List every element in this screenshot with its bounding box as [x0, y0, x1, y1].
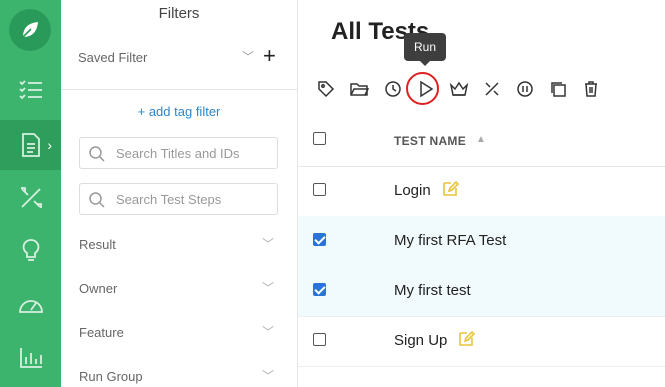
gauge-icon[interactable]: [0, 279, 61, 329]
search-icon: [89, 146, 105, 162]
facet-label: Result: [79, 237, 116, 252]
row-checkbox[interactable]: [313, 233, 326, 246]
tools-icon[interactable]: [0, 173, 61, 223]
row-checkbox[interactable]: [313, 333, 326, 346]
copy-icon[interactable]: [548, 79, 568, 99]
trash-icon[interactable]: [581, 79, 601, 99]
test-name[interactable]: My first test: [394, 282, 471, 299]
add-filter-button[interactable]: +: [263, 45, 276, 67]
test-name[interactable]: My first RFA Test: [394, 232, 506, 249]
run-highlight-ring: [406, 72, 439, 105]
chevron-down-icon: ﹀: [261, 237, 274, 251]
run-tooltip: Run: [404, 33, 446, 66]
filters-title: Filters: [158, 5, 200, 22]
select-all-checkbox[interactable]: [313, 132, 326, 145]
column-header-test-name[interactable]: TEST NAME: [394, 134, 466, 148]
facet-feature[interactable]: Feature ﹀: [79, 325, 278, 340]
folder-icon[interactable]: [349, 79, 369, 99]
divider: [61, 89, 297, 90]
add-tag-filter-link[interactable]: + add tag filter: [61, 104, 297, 119]
chevron-down-icon: ﹀: [261, 281, 274, 295]
search-icon: [89, 192, 105, 208]
test-name[interactable]: Sign Up: [394, 332, 447, 349]
saved-filter-select[interactable]: Saved Filter: [78, 50, 258, 65]
row-checkbox[interactable]: [313, 283, 326, 296]
table-row[interactable]: My first test: [298, 266, 665, 317]
search-titles-box: [79, 137, 278, 169]
chevron-down-icon: ﹀: [261, 325, 274, 339]
tests-document-icon[interactable]: ›: [0, 120, 61, 170]
edit-icon[interactable]: [441, 180, 459, 198]
chevron-down-icon: ﹀: [261, 369, 274, 383]
chevron-right-icon: ›: [47, 137, 52, 153]
search-steps-input[interactable]: [116, 184, 271, 214]
facet-label: Feature: [79, 325, 124, 340]
tag-icon[interactable]: [316, 79, 336, 99]
search-steps-box: [79, 183, 278, 215]
edit-icon[interactable]: [457, 330, 475, 348]
facet-run-group[interactable]: Run Group ﹀: [79, 369, 278, 384]
search-titles-input[interactable]: [116, 138, 271, 168]
tools-icon[interactable]: [482, 79, 502, 99]
table-row[interactable]: Login: [298, 166, 665, 217]
nav-rail: ›: [0, 0, 61, 387]
pause-icon[interactable]: [515, 79, 535, 99]
facet-result[interactable]: Result ﹀: [79, 237, 278, 252]
row-checkbox[interactable]: [313, 183, 326, 196]
chevron-down-icon[interactable]: ﹀: [242, 48, 254, 65]
bar-chart-icon[interactable]: [0, 332, 61, 382]
checklist-icon[interactable]: [0, 64, 61, 114]
test-name[interactable]: Login: [394, 182, 431, 199]
sort-icon[interactable]: ▲: [476, 134, 486, 145]
main-content: All Tests Run TEST NAME ▲ Login My first…: [298, 0, 665, 387]
lightbulb-icon[interactable]: [0, 226, 61, 276]
filters-panel: Filters Saved Filter ﹀ + + add tag filte…: [61, 0, 298, 387]
table-row[interactable]: My first RFA Test: [298, 216, 665, 267]
facet-label: Run Group: [79, 369, 143, 384]
table-header: TEST NAME ▲: [298, 116, 665, 167]
clock-icon[interactable]: [383, 79, 403, 99]
facet-label: Owner: [79, 281, 118, 296]
facet-owner[interactable]: Owner ﹀: [79, 281, 278, 296]
table-row[interactable]: Sign Up: [298, 316, 665, 367]
leaf-logo-icon[interactable]: [9, 9, 51, 51]
crown-icon[interactable]: [449, 79, 469, 99]
